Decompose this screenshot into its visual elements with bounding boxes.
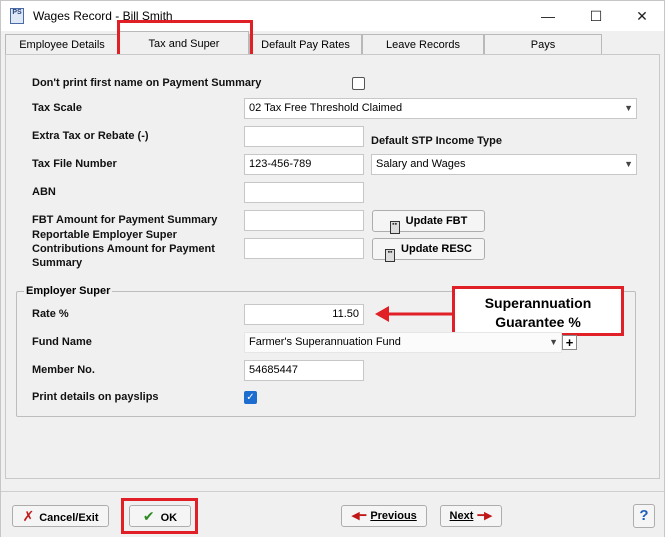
update-fbt-button[interactable]: ▪▪ Update FBT bbox=[372, 210, 485, 234]
tab-leave-records[interactable]: Leave Records bbox=[362, 34, 484, 55]
cancel-exit-label: Cancel/Exit bbox=[39, 512, 99, 524]
chevron-down-icon: ▼ bbox=[624, 159, 633, 169]
print-details-checkbox[interactable]: ✓ bbox=[244, 391, 257, 404]
ok-highlight-box bbox=[121, 498, 198, 534]
abn-input[interactable] bbox=[244, 182, 364, 203]
next-label: Next bbox=[449, 510, 474, 522]
calculator-icon: ▪▪ bbox=[389, 221, 400, 234]
cancel-exit-button[interactable]: ✗ Cancel/Exit bbox=[12, 505, 109, 527]
chevron-down-icon: ▼ bbox=[549, 337, 558, 347]
abn-label: ABN bbox=[32, 186, 56, 198]
extra-tax-input[interactable] bbox=[244, 126, 364, 147]
fund-name-value: Farmer's Superannuation Fund bbox=[249, 336, 401, 348]
arrow-right-icon: ━▶ bbox=[477, 510, 493, 522]
cancel-x-icon: ✗ bbox=[22, 508, 35, 524]
callout-arrow bbox=[375, 306, 453, 322]
previous-button[interactable]: ◀━ Previous bbox=[341, 505, 427, 527]
dont-print-first-name-label: Don't print first name on Payment Summar… bbox=[32, 77, 262, 89]
wages-record-window: PS Wages Record - Bill Smith — ☐ ✕ Emplo… bbox=[0, 0, 665, 537]
member-no-input[interactable]: 54685447 bbox=[244, 360, 364, 381]
resc-amount-input[interactable] bbox=[244, 238, 364, 259]
update-fbt-label: Update FBT bbox=[405, 215, 468, 227]
previous-label: Previous bbox=[370, 510, 417, 522]
tax-scale-select[interactable]: 02 Tax Free Threshold Claimed ▼ bbox=[244, 98, 637, 119]
super-rate-input[interactable]: 11.50 bbox=[244, 304, 364, 325]
fbt-amount-label: FBT Amount for Payment Summary bbox=[32, 214, 218, 226]
tab-pays[interactable]: Pays bbox=[484, 34, 602, 55]
default-stp-label: Default STP Income Type bbox=[371, 135, 503, 147]
fund-name-label: Fund Name bbox=[32, 336, 92, 348]
tax-file-number-label: Tax File Number bbox=[32, 158, 117, 170]
app-icon: PS bbox=[10, 8, 24, 24]
super-guarantee-callout: Superannuation Guarantee % bbox=[452, 286, 624, 336]
arrow-left-icon: ◀━ bbox=[351, 510, 367, 522]
fund-name-select[interactable]: Farmer's Superannuation Fund ▼ bbox=[244, 332, 562, 353]
tab-employee-details[interactable]: Employee Details bbox=[5, 34, 119, 55]
tax-file-number-input[interactable]: 123-456-789 bbox=[244, 154, 364, 175]
tab-default-pay-rates[interactable]: Default Pay Rates bbox=[249, 34, 362, 55]
update-resc-label: Update RESC bbox=[401, 243, 472, 255]
add-fund-button[interactable]: + bbox=[562, 335, 577, 350]
tab-strip: Employee Details Tax and Super Default P… bbox=[5, 31, 660, 57]
employer-super-title: Employer Super bbox=[24, 285, 113, 297]
title-bar: PS Wages Record - Bill Smith — ☐ ✕ bbox=[1, 1, 664, 31]
calculator-icon: ▪▪ bbox=[385, 249, 396, 262]
update-resc-button[interactable]: ▪▪ Update RESC bbox=[372, 238, 485, 262]
stp-income-type-select[interactable]: Salary and Wages ▼ bbox=[371, 154, 637, 175]
member-no-label: Member No. bbox=[32, 364, 95, 376]
next-button[interactable]: Next ━▶ bbox=[440, 505, 502, 527]
close-button[interactable]: ✕ bbox=[627, 5, 657, 27]
help-button[interactable]: ? bbox=[633, 504, 655, 528]
dont-print-first-name-checkbox[interactable] bbox=[352, 77, 365, 90]
super-rate-label: Rate % bbox=[32, 308, 69, 320]
extra-tax-label: Extra Tax or Rebate (-) bbox=[32, 130, 149, 142]
maximize-button[interactable]: ☐ bbox=[581, 5, 611, 27]
minimize-button[interactable]: — bbox=[533, 5, 563, 27]
resc-amount-label: Reportable Employer Super Contributions … bbox=[32, 229, 215, 269]
chevron-down-icon: ▼ bbox=[624, 103, 633, 113]
tax-scale-label: Tax Scale bbox=[32, 102, 82, 114]
stp-income-type-value: Salary and Wages bbox=[376, 158, 466, 170]
fbt-amount-input[interactable] bbox=[244, 210, 364, 231]
print-details-label: Print details on payslips bbox=[32, 391, 159, 403]
tax-scale-value: 02 Tax Free Threshold Claimed bbox=[249, 102, 403, 114]
